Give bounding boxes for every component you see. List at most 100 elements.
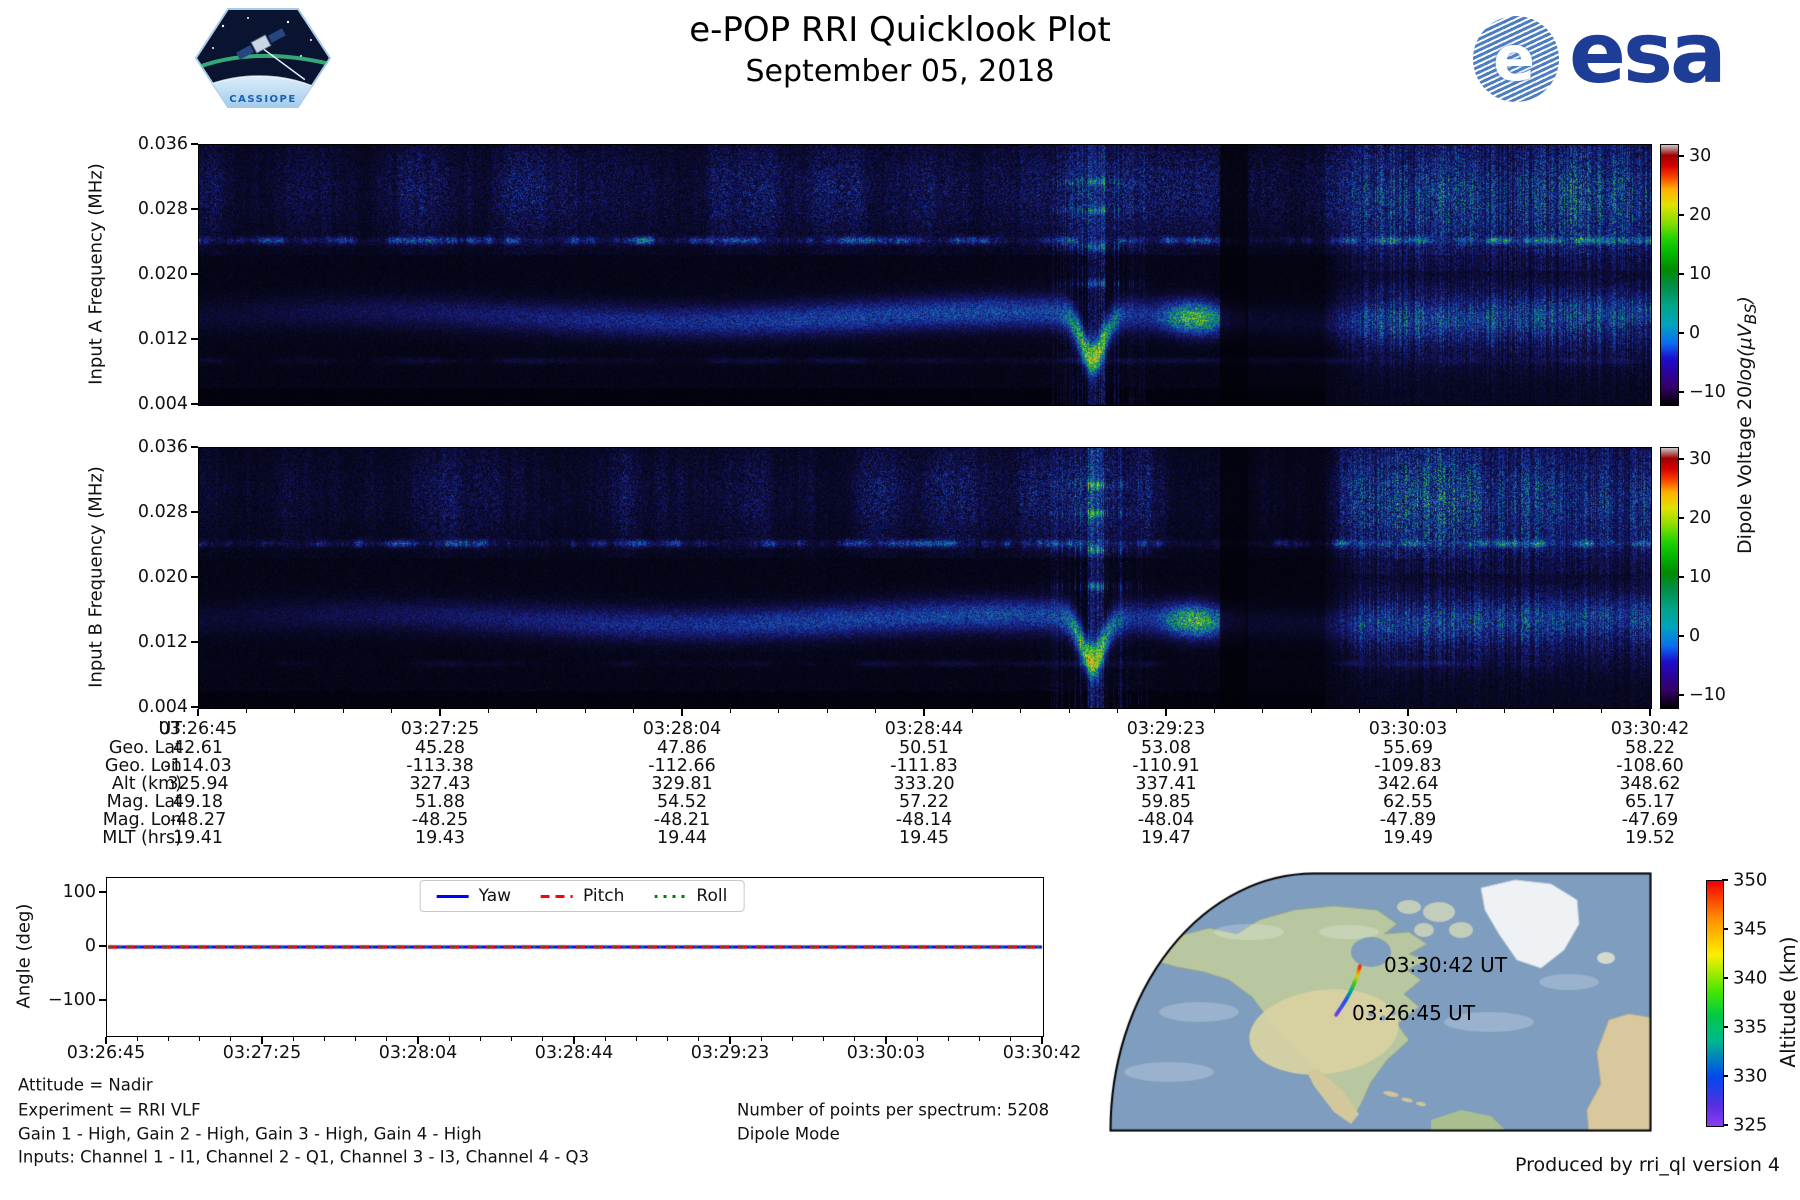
esa-logo: e esa [1473, 4, 1727, 104]
angle-xtick-minor [448, 1037, 450, 1041]
dipole-cbar-tick-mark [1678, 332, 1684, 335]
angle-xtick-minor [355, 1037, 357, 1041]
dipole-cbar-tick-mark [1678, 516, 1684, 519]
alt-cbar-tick-label: 340 [1733, 967, 1768, 989]
ephemeris-cell: 62.55 [1382, 792, 1434, 812]
angle-legend: Yaw Pitch Roll [419, 880, 745, 912]
time-minor-tick [826, 709, 828, 713]
spectrogram-a-plot [198, 144, 1652, 406]
ephemeris-cell: 19.41 [172, 828, 224, 848]
angle-xtick-mark [573, 1037, 575, 1044]
angle-xtick-minor [823, 1037, 825, 1041]
ephemeris-cell: -48.14 [895, 810, 953, 830]
angle-xtick-mark [417, 1037, 419, 1044]
spectrogram-b-plot [198, 447, 1652, 709]
ephemeris-cell: 45.28 [414, 738, 466, 758]
freq-tick-label: 0.036 [137, 134, 188, 154]
freq-tick-mark [191, 273, 198, 275]
angle-xtick-minor [542, 1037, 544, 1041]
altitude-colorbar [1706, 880, 1724, 1127]
angle-xtick-minor [323, 1037, 325, 1041]
spectrogram-b-canvas [199, 448, 1651, 708]
time-minor-tick [487, 709, 489, 713]
freq-tick-label: 0.004 [137, 697, 188, 717]
dipole-cbar-tick-label: −10 [1689, 382, 1726, 403]
ephemeris-cell: 19.47 [1140, 828, 1192, 848]
time-minor-tick [245, 709, 247, 713]
ephemeris-row-label: MLT (hrs) [102, 828, 182, 848]
dipole-mode-text: Dipole Mode [737, 1124, 840, 1144]
ephemeris-cell: -48.27 [169, 810, 227, 830]
dipole-cbar-tick-label: 30 [1689, 448, 1712, 469]
time-minor-tick [729, 709, 731, 713]
angle-xtick-label: 03:28:04 [378, 1043, 458, 1063]
ephemeris-cell: 19.52 [1624, 828, 1676, 848]
ephemeris-cell: 03:29:23 [1126, 719, 1206, 739]
ephemeris-cell: 19.49 [1382, 828, 1434, 848]
dipole-cbar-tick-mark [1678, 694, 1684, 697]
angle-ytick-label: 100 [62, 882, 96, 902]
altitude-colorbar-label: Altitude (km) [1776, 936, 1800, 1068]
angle-xtick-minor [479, 1037, 481, 1041]
attitude-text: Attitude = Nadir [18, 1075, 153, 1095]
dipole-cbar-tick-label: 10 [1689, 264, 1712, 284]
angle-ytick-label: 0 [84, 936, 96, 956]
angle-ytick-mark [99, 891, 106, 893]
ephemeris-cell: 58.22 [1624, 738, 1676, 758]
time-minor-tick [294, 709, 296, 713]
legend-item-pitch: Pitch [541, 886, 624, 906]
alt-cbar-tick-label: 345 [1733, 918, 1768, 940]
time-minor-tick [778, 709, 780, 713]
time-minor-tick [1213, 709, 1215, 713]
angle-plot-ylabel: Angle (deg) [13, 903, 35, 1009]
ephemeris-cell: -111.83 [890, 756, 958, 776]
dipole-cbar-tick-label: 20 [1689, 507, 1712, 528]
time-minor-tick [1552, 709, 1554, 713]
time-minor-tick [342, 709, 344, 713]
ephemeris-cell: 333.20 [893, 774, 955, 794]
patch-label: CASSIOPE [229, 94, 296, 105]
time-minor-tick [1504, 709, 1506, 713]
time-minor-tick [1068, 709, 1070, 713]
dipole-cbar-tick-mark [1678, 154, 1684, 157]
ephemeris-cell: 19.45 [898, 828, 950, 848]
angle-xtick-minor [791, 1037, 793, 1041]
time-major-tick [1165, 709, 1167, 716]
alt-cbar-tick-label: 325 [1733, 1114, 1768, 1136]
ephemeris-cell: 49.18 [172, 792, 224, 812]
ephemeris-cell: -110.91 [1132, 756, 1200, 776]
dipole-cbar-tick-mark [1678, 457, 1684, 460]
angle-xtick-minor [604, 1037, 606, 1041]
yaw-line-sample [436, 894, 469, 898]
dipole-cbar-tick-mark [1678, 213, 1684, 216]
angle-xtick-minor [1010, 1037, 1012, 1041]
angle-xtick-label: 03:30:03 [846, 1043, 926, 1063]
ephemeris-cell: 329.81 [651, 774, 713, 794]
angle-xtick-minor [635, 1037, 637, 1041]
ephemeris-cell: 19.44 [656, 828, 708, 848]
angle-xtick-minor [230, 1037, 232, 1041]
dipole-cbar-tick-label: 20 [1689, 204, 1712, 225]
time-minor-tick [391, 709, 393, 713]
ephemeris-cell: 03:26:45 [158, 719, 238, 739]
ephemeris-row-label: Mag. Lat [106, 792, 182, 812]
angle-xtick-minor [916, 1037, 918, 1041]
ephemeris-row-label: Geo. Lat [108, 738, 182, 758]
produced-by-text: Produced by rri_ql version 4 [1515, 1154, 1780, 1176]
angle-xtick-minor [854, 1037, 856, 1041]
freq-tick-mark [191, 208, 198, 210]
angle-xtick-minor [979, 1037, 981, 1041]
time-minor-tick [971, 709, 973, 713]
angle-xtick-label: 03:26:45 [66, 1043, 146, 1063]
spectrogram-a-ylabel: Input A Frequency (MHz) [85, 163, 107, 385]
ephemeris-cell: 19.43 [414, 828, 466, 848]
track-end-time-label: 03:30:42 UT [1384, 953, 1508, 977]
dipole-cbar-tick-mark [1678, 635, 1684, 638]
freq-tick-mark [191, 143, 198, 145]
time-minor-tick [584, 709, 586, 713]
time-major-tick [197, 709, 199, 716]
time-major-tick [1649, 709, 1651, 716]
ephemeris-cell: 03:28:44 [884, 719, 964, 739]
legend-label: Roll [696, 886, 728, 906]
ephemeris-cell: 51.88 [414, 792, 466, 812]
